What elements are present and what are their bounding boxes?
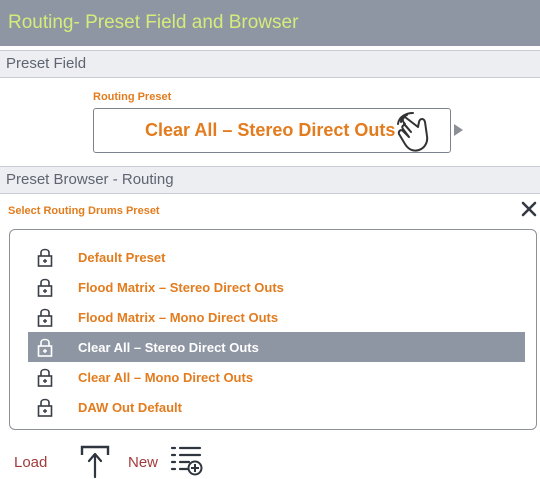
close-icon[interactable] [521, 201, 537, 217]
preset-list-item[interactable]: Flood Matrix – Mono Direct Outs [28, 302, 525, 332]
preset-item-label: Default Preset [78, 249, 166, 265]
lock-icon [37, 368, 53, 387]
browser-prompt-label: Select Routing Drums Preset [8, 205, 160, 217]
lock-icon [37, 278, 53, 297]
lock-icon [37, 338, 53, 357]
load-label[interactable]: Load [14, 454, 47, 471]
new-label[interactable]: New [128, 454, 158, 471]
preset-item-label: Flood Matrix – Stereo Direct Outs [78, 279, 284, 295]
section-header-label: Preset Browser - Routing [6, 171, 174, 188]
window-title-bar: Routing- Preset Field and Browser [0, 0, 540, 46]
preset-list-item[interactable]: DAW Out Default [28, 392, 525, 422]
routing-preset-label: Routing Preset [93, 91, 172, 103]
preset-list: Default Preset Flood Matrix – Stereo Dire… [9, 229, 537, 430]
caret-right-icon[interactable] [454, 124, 463, 136]
section-header-preset-field: Preset Field [0, 50, 540, 78]
lock-icon [37, 248, 53, 267]
add-list-icon[interactable] [170, 444, 204, 478]
lock-icon [37, 308, 53, 327]
upload-arrow-icon[interactable] [80, 444, 110, 478]
preset-list-item[interactable]: Default Preset [28, 242, 525, 272]
section-header-preset-browser: Preset Browser - Routing [0, 166, 540, 194]
window-title: Routing- Preset Field and Browser [8, 12, 299, 33]
preset-list-item[interactable]: Flood Matrix – Stereo Direct Outs [28, 272, 525, 302]
section-header-label: Preset Field [6, 55, 87, 72]
pointing-hand-icon [397, 112, 429, 152]
preset-item-label: DAW Out Default [78, 399, 182, 415]
lock-icon [37, 398, 53, 417]
preset-list-item[interactable]: Clear All – Stereo Direct Outs [28, 332, 525, 362]
preset-item-label: Flood Matrix – Mono Direct Outs [78, 309, 279, 325]
preset-list-item[interactable]: Clear All – Mono Direct Outs [28, 362, 525, 392]
routing-preset-value: Clear All – Stereo Direct Outs [145, 120, 396, 140]
preset-item-label: Clear All – Mono Direct Outs [78, 369, 254, 385]
preset-item-label: Clear All – Stereo Direct Outs [78, 339, 259, 355]
